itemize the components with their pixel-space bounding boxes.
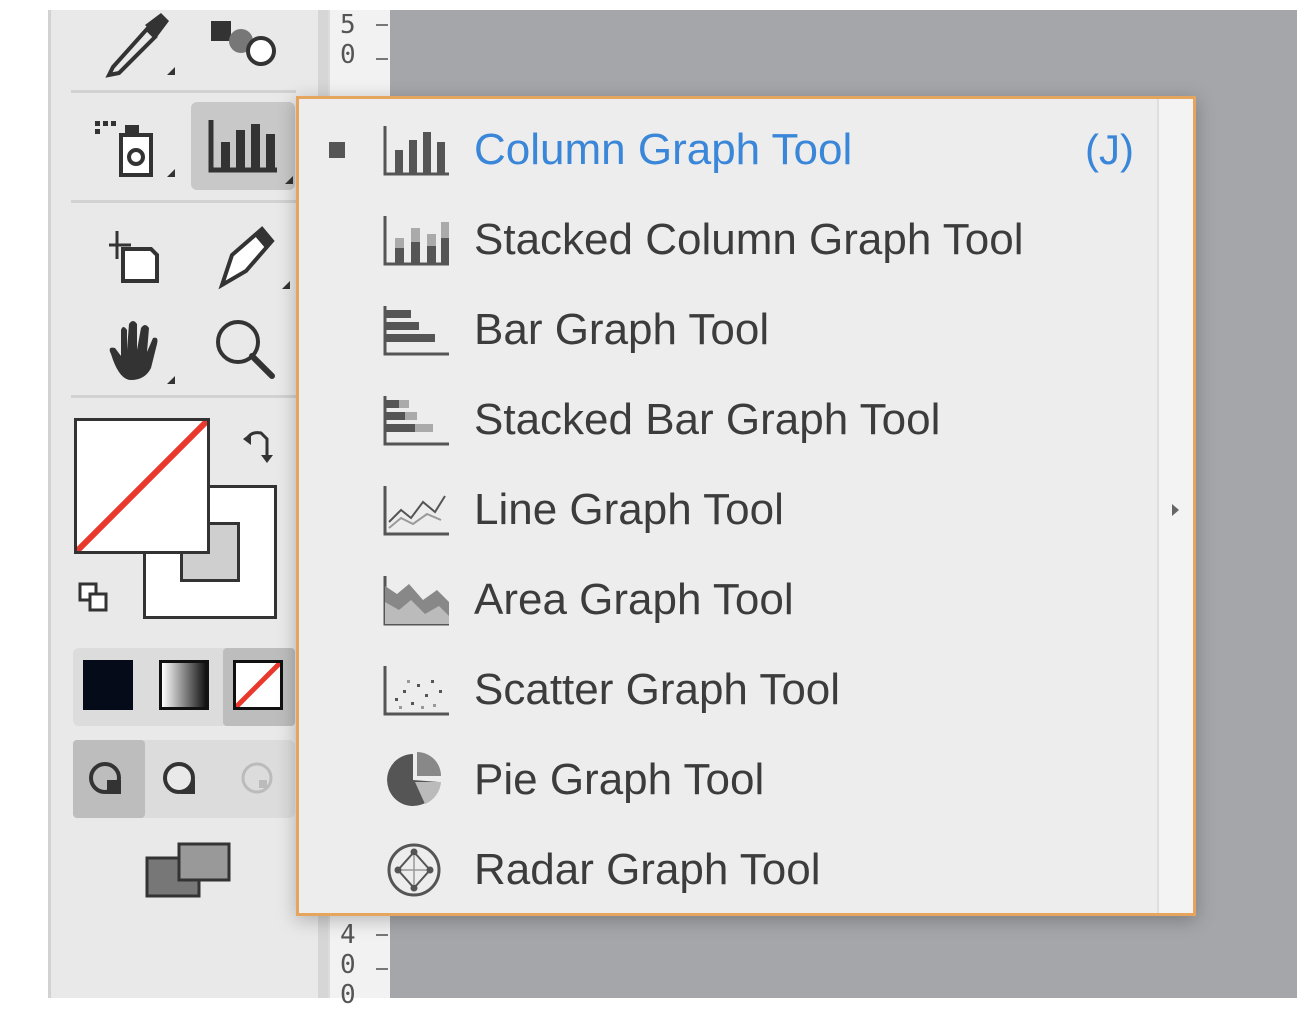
magnifier-icon — [216, 320, 275, 379]
stacked-bar-graph-icon — [383, 396, 449, 446]
symbol-sprayer-tool[interactable] — [91, 105, 175, 189]
line-graph-icon — [383, 486, 449, 536]
hand-icon — [109, 321, 175, 384]
menu-item-stacked-column-graph-tool[interactable]: Stacked Column Graph Tool — [299, 195, 1159, 285]
ruler-label: 0 — [340, 950, 356, 980]
menu-item-bar-graph-tool[interactable]: Bar Graph Tool — [299, 285, 1159, 375]
menu-item-label: Pie Graph Tool — [474, 755, 765, 804]
toolbar-divider — [71, 90, 296, 93]
bar-graph-icon — [383, 306, 449, 356]
ruler-label: 0 — [340, 40, 356, 70]
none-mode-button[interactable] — [223, 648, 295, 726]
scatter-graph-icon — [383, 666, 449, 716]
menu-item-line-graph-tool[interactable]: Line Graph Tool — [299, 465, 1159, 555]
ruler-label: 4 — [340, 920, 356, 950]
slice-icon — [218, 226, 290, 290]
gradient-mode-button[interactable] — [159, 660, 209, 710]
color-mode-button[interactable] — [83, 660, 133, 710]
ruler-tick — [376, 58, 388, 60]
menu-item-label: Stacked Bar Graph Tool — [474, 395, 941, 444]
default-fill-stroke-button[interactable] — [76, 580, 116, 620]
menu-item-label: Line Graph Tool — [474, 485, 784, 534]
draw-mode-group — [73, 740, 295, 818]
ruler-tick — [376, 934, 388, 936]
menu-item-label: Column Graph Tool — [474, 125, 853, 174]
screen-mode-icon — [145, 842, 231, 898]
menu-item-label: Stacked Column Graph Tool — [474, 215, 1024, 264]
tear-off-strip[interactable] — [1157, 99, 1193, 913]
zoom-tool[interactable] — [206, 310, 290, 394]
menu-item-scatter-graph-tool[interactable]: Scatter Graph Tool — [299, 645, 1159, 735]
color-mode-group — [73, 648, 295, 726]
eyedropper-tool[interactable] — [91, 5, 175, 89]
slice-tool[interactable] — [206, 215, 290, 299]
radar-graph-icon — [387, 843, 441, 897]
artboard-tool[interactable] — [91, 215, 175, 299]
screen-mode-button[interactable] — [143, 840, 233, 904]
stacked-column-graph-icon — [383, 216, 449, 266]
ruler-label: 5 — [340, 10, 356, 40]
draw-behind-button[interactable] — [147, 740, 219, 818]
menu-item-label: Bar Graph Tool — [474, 305, 770, 354]
none-icon — [236, 663, 280, 707]
draw-normal-button[interactable] — [73, 740, 145, 818]
eyedropper-icon — [105, 13, 175, 78]
tear-off-arrow-icon — [1172, 504, 1179, 516]
swap-arrows-icon — [243, 431, 273, 463]
swap-fill-stroke-button[interactable] — [241, 425, 281, 465]
hand-tool[interactable] — [91, 310, 175, 394]
menu-item-label: Area Graph Tool — [474, 575, 794, 624]
menu-item-radar-graph-tool[interactable]: Radar Graph Tool — [299, 825, 1159, 915]
menu-item-label: Radar Graph Tool — [474, 845, 821, 894]
tools-panel — [48, 10, 320, 998]
toolbar-divider — [71, 200, 296, 203]
draw-inside-button[interactable] — [221, 740, 293, 818]
menu-item-stacked-bar-graph-tool[interactable]: Stacked Bar Graph Tool — [299, 375, 1159, 465]
column-graph-icon — [383, 126, 449, 176]
current-tool-indicator — [329, 142, 345, 158]
toolbar-divider — [71, 395, 296, 398]
draw-normal-icon — [89, 762, 121, 794]
column-graph-tool[interactable] — [191, 102, 295, 190]
keyboard-shortcut: (J) — [1085, 126, 1134, 173]
menu-item-column-graph-tool[interactable]: Column Graph Tool (J) — [299, 105, 1159, 195]
draw-behind-icon — [163, 762, 195, 794]
graph-tools-flyout: Column Graph Tool (J) Stacked Column Gra… — [296, 96, 1196, 916]
menu-item-label: Scatter Graph Tool — [474, 665, 841, 714]
fill-swatch[interactable] — [74, 418, 210, 554]
pie-graph-icon — [387, 752, 441, 806]
ruler-label: 0 — [340, 980, 356, 1010]
area-graph-icon — [383, 576, 449, 626]
default-colors-icon — [78, 582, 108, 612]
none-slash-icon — [77, 421, 207, 551]
menu-item-area-graph-tool[interactable]: Area Graph Tool — [299, 555, 1159, 645]
menu-item-pie-graph-tool[interactable]: Pie Graph Tool — [299, 735, 1159, 825]
column-graph-icon — [208, 120, 293, 184]
draw-inside-icon — [241, 762, 273, 794]
symbol-sprayer-icon — [95, 121, 175, 177]
blend-tool[interactable] — [201, 5, 285, 89]
ruler-tick — [376, 968, 388, 970]
ruler-tick — [376, 24, 388, 26]
artboard-icon — [109, 231, 159, 283]
blend-icon — [211, 21, 276, 66]
